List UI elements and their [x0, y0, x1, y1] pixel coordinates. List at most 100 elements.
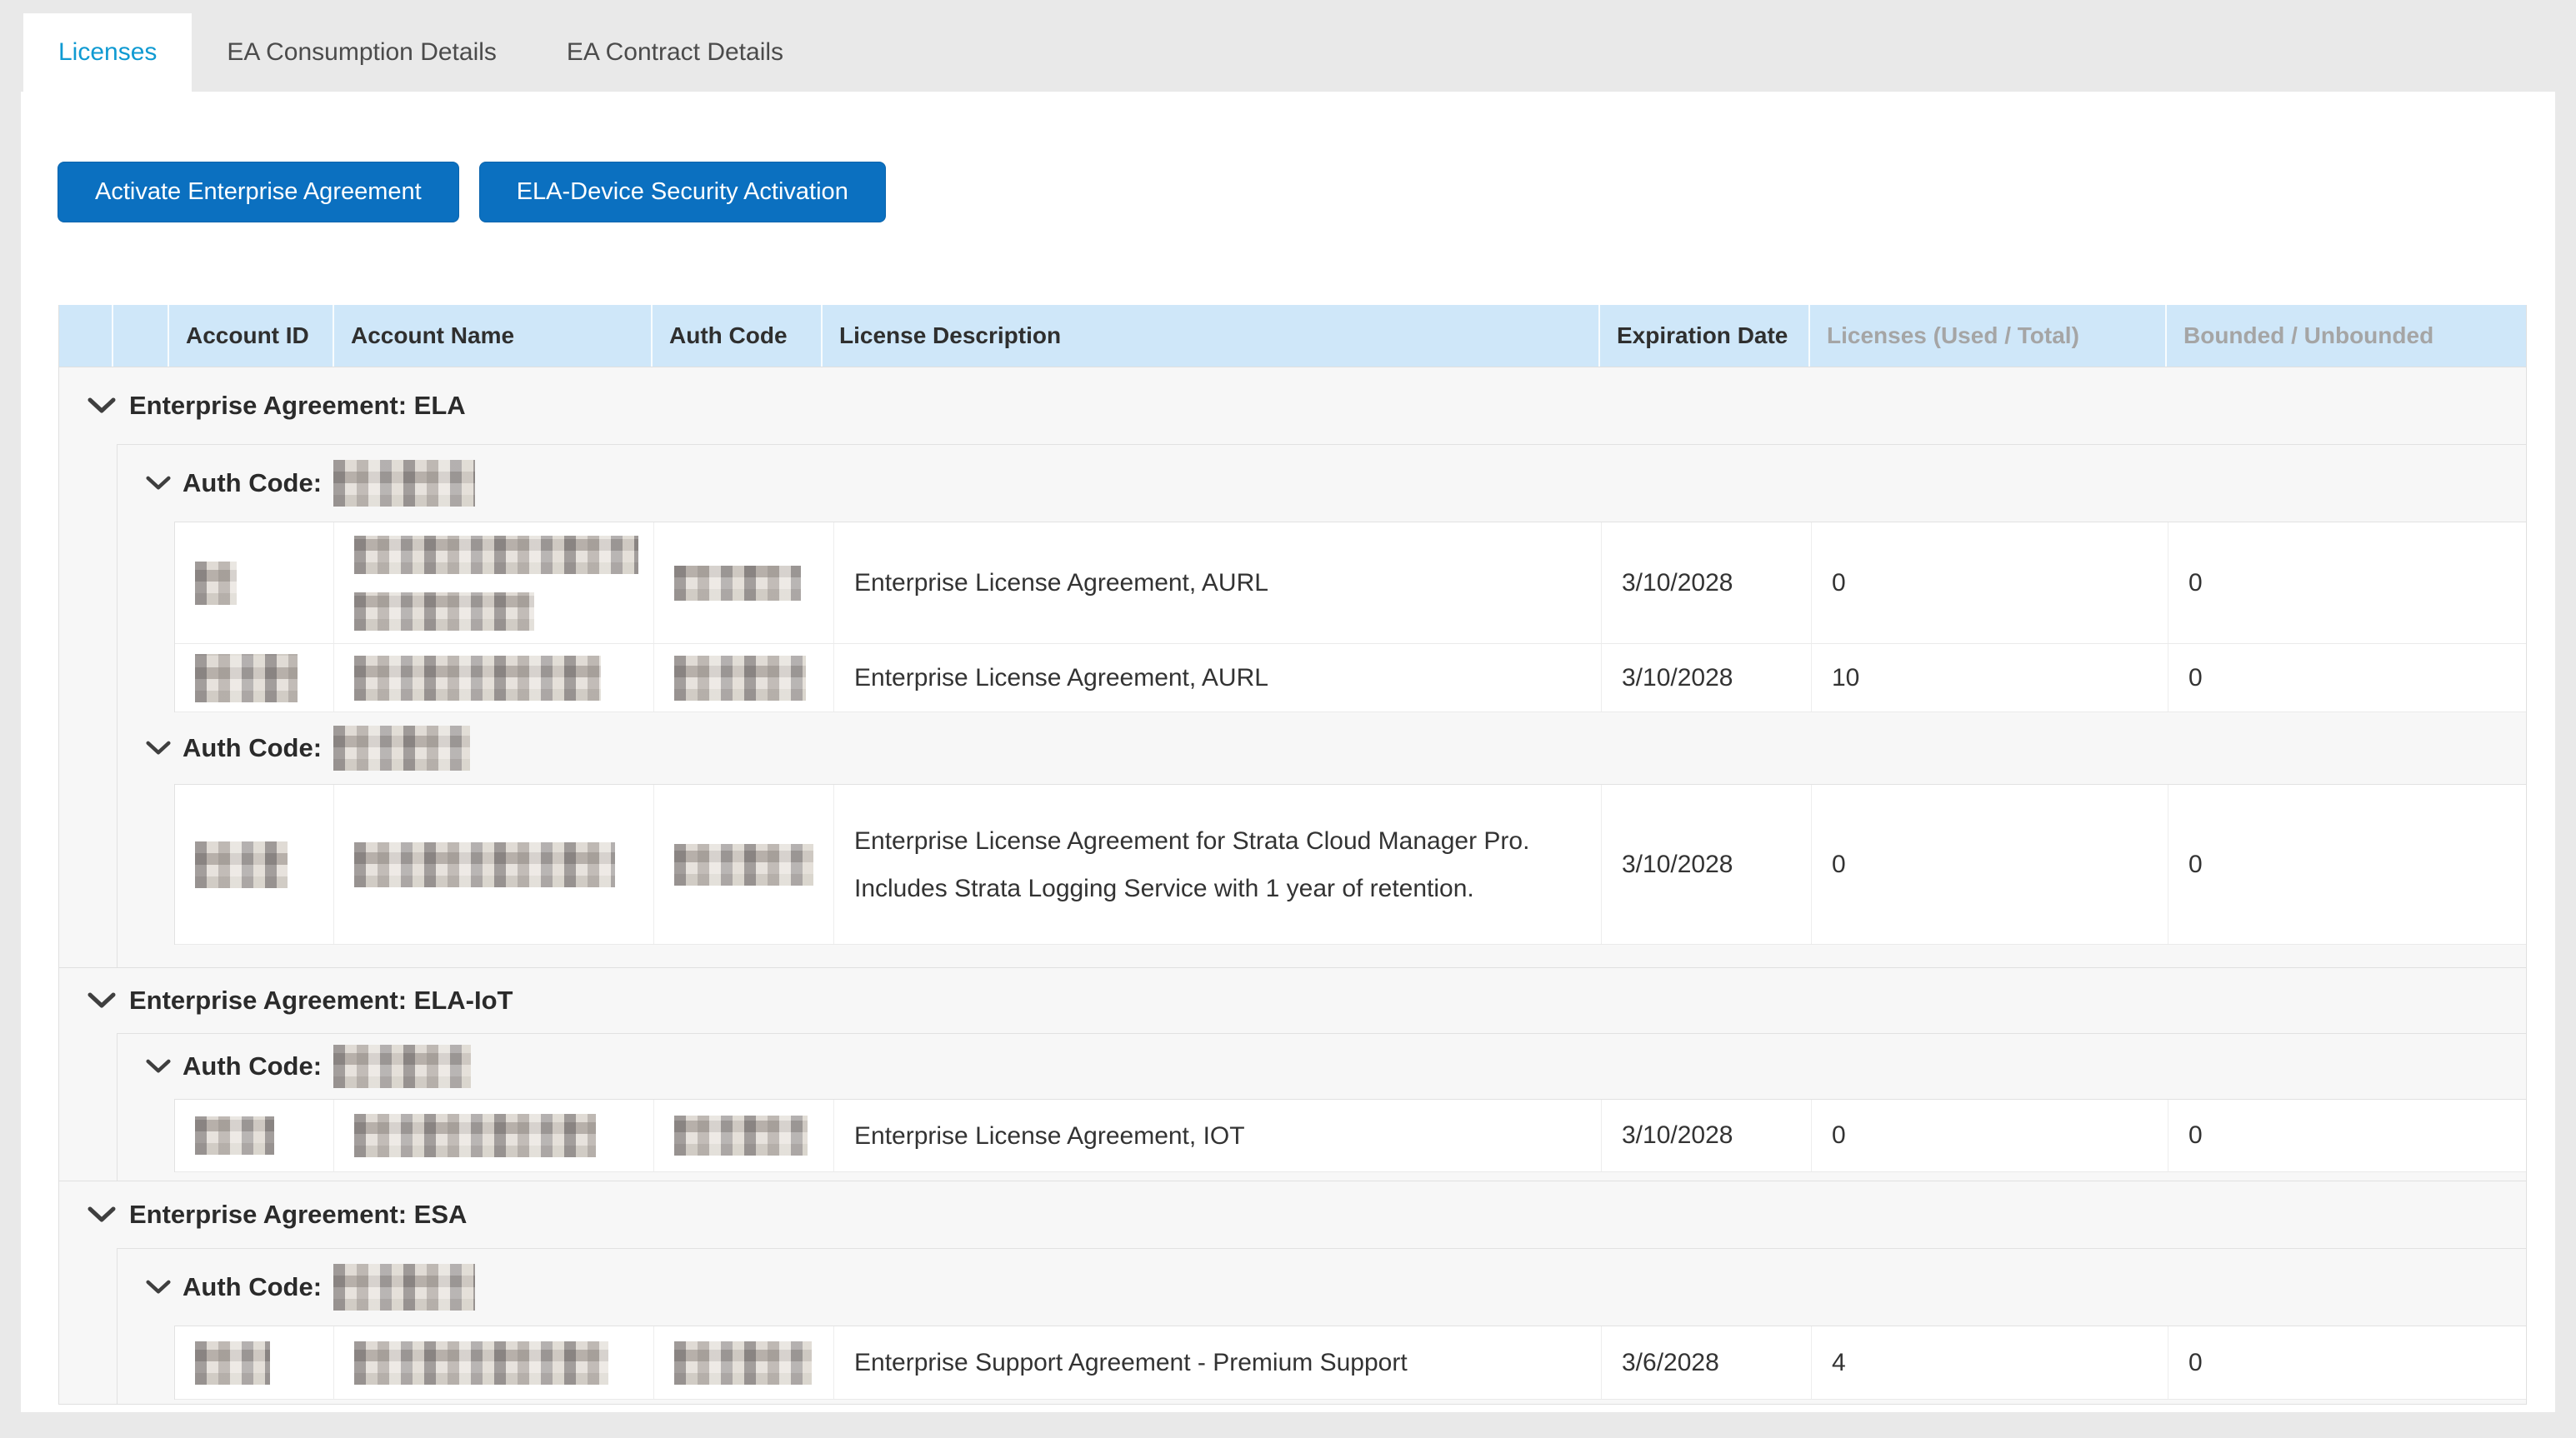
cell-account-name: [334, 522, 654, 643]
redacted-auth-code: [674, 844, 813, 886]
auth-area-esa: Auth Code: Enterprise Support Agreement …: [117, 1248, 2526, 1404]
column-header-expander-1: [59, 305, 113, 367]
cell-account-id: [175, 522, 334, 643]
redacted-auth-code: [333, 460, 475, 507]
group-row-ela[interactable]: Enterprise Agreement: ELA: [59, 367, 2526, 444]
cell-licenses-used-total: 4: [1812, 1326, 2168, 1399]
cell-expiration-date: 3/6/2028: [1602, 1326, 1812, 1399]
redacted-account-name: [354, 1114, 596, 1157]
cell-licenses-used-total: 0: [1812, 522, 2168, 643]
group-title: Enterprise Agreement: ELA: [129, 391, 466, 421]
column-header-licenses-used-total: Licenses (Used / Total): [1810, 305, 2167, 367]
cell-account-name: [334, 1326, 654, 1399]
cell-account-id: [175, 785, 334, 944]
cell-auth-code: [654, 785, 834, 944]
group-row-ela-iot[interactable]: Enterprise Agreement: ELA-IoT: [59, 968, 2526, 1033]
table-row: Enterprise License Agreement, AURL 3/10/…: [175, 522, 2526, 644]
cell-expiration-date: 3/10/2028: [1602, 522, 1812, 643]
column-header-expiration-date: Expiration Date: [1600, 305, 1810, 367]
cell-license-description: Enterprise License Agreement, IOT: [834, 1100, 1602, 1171]
group-title: Enterprise Agreement: ESA: [129, 1200, 467, 1230]
toolbar: Activate Enterprise Agreement ELA-Device…: [21, 92, 2555, 222]
redacted-auth-code: [674, 656, 806, 701]
cell-account-id: [175, 644, 334, 712]
cell-account-id: [175, 1326, 334, 1399]
redacted-account-id: [195, 562, 237, 605]
cell-bounded-unbounded: 0: [2168, 522, 2529, 643]
cell-license-description: Enterprise Support Agreement - Premium S…: [834, 1326, 1602, 1399]
cell-licenses-used-total: 0: [1812, 785, 2168, 944]
cell-license-description: Enterprise License Agreement, AURL: [834, 644, 1602, 712]
cell-account-name: [334, 644, 654, 712]
redacted-auth-code: [333, 1264, 475, 1311]
chevron-down-icon[interactable]: [88, 1206, 116, 1223]
auth-group-row[interactable]: Auth Code:: [118, 712, 2526, 784]
table-row: Enterprise License Agreement, AURL 3/10/…: [175, 644, 2526, 712]
column-header-auth-code: Auth Code: [653, 305, 823, 367]
column-header-account-name: Account Name: [334, 305, 653, 367]
cell-bounded-unbounded: 0: [2168, 1326, 2529, 1399]
table-row: Enterprise License Agreement for Strata …: [175, 785, 2526, 945]
redacted-auth-code: [674, 566, 801, 601]
group-esa: Enterprise Agreement: ESA Auth Code: Ent…: [59, 1181, 2526, 1404]
column-header-bounded-unbounded: Bounded / Unbounded: [2167, 305, 2527, 367]
cell-expiration-date: 3/10/2028: [1602, 644, 1812, 712]
table-row: Enterprise License Agreement, IOT 3/10/2…: [175, 1100, 2526, 1172]
redacted-account-name: [354, 536, 638, 574]
redacted-account-id: [195, 1116, 274, 1155]
cell-account-name: [334, 785, 654, 944]
auth-group-row[interactable]: Auth Code:: [118, 1034, 2526, 1099]
chevron-down-icon[interactable]: [146, 1280, 171, 1295]
auth-code-label: Auth Code:: [183, 1051, 322, 1081]
cell-bounded-unbounded: 0: [2168, 1100, 2529, 1171]
redacted-auth-code: [333, 726, 470, 771]
chevron-down-icon[interactable]: [146, 1059, 171, 1074]
chevron-down-icon[interactable]: [146, 741, 171, 756]
group-title: Enterprise Agreement: ELA-IoT: [129, 986, 513, 1016]
cell-auth-code: [654, 522, 834, 643]
tab-bar: Licenses EA Consumption Details EA Contr…: [0, 0, 2576, 92]
group-row-esa[interactable]: Enterprise Agreement: ESA: [59, 1181, 2526, 1248]
chevron-down-icon[interactable]: [88, 397, 116, 414]
auth-code-label: Auth Code:: [183, 468, 322, 498]
cell-bounded-unbounded: 0: [2168, 644, 2529, 712]
cell-account-id: [175, 1100, 334, 1171]
cell-licenses-used-total: 10: [1812, 644, 2168, 712]
cell-license-description: Enterprise License Agreement, AURL: [834, 522, 1602, 643]
auth-area-ela: Auth Code: Enterprise License Agreement,…: [117, 444, 2526, 967]
cell-bounded-unbounded: 0: [2168, 785, 2529, 944]
auth-group-row[interactable]: Auth Code:: [118, 1249, 2526, 1326]
cell-expiration-date: 3/10/2028: [1602, 785, 1812, 944]
redacted-account-name: [354, 842, 615, 887]
ela-device-security-activation-button[interactable]: ELA-Device Security Activation: [479, 162, 886, 222]
tab-licenses[interactable]: Licenses: [23, 13, 192, 92]
column-header-expander-2: [113, 305, 169, 367]
chevron-down-icon[interactable]: [146, 476, 171, 491]
redacted-account-id: [195, 841, 288, 888]
redacted-auth-code: [333, 1045, 471, 1088]
auth-group-row[interactable]: Auth Code:: [118, 445, 2526, 522]
redacted-account-id: [195, 1341, 270, 1385]
cell-license-description: Enterprise License Agreement for Strata …: [834, 785, 1602, 944]
auth-code-label: Auth Code:: [183, 733, 322, 763]
column-header-license-description: License Description: [823, 305, 1600, 367]
activate-enterprise-agreement-button[interactable]: Activate Enterprise Agreement: [58, 162, 459, 222]
auth-code-label: Auth Code:: [183, 1272, 322, 1302]
column-header-account-id: Account ID: [169, 305, 334, 367]
data-box: Enterprise License Agreement for Strata …: [174, 784, 2526, 945]
data-box: Enterprise Support Agreement - Premium S…: [174, 1326, 2526, 1400]
redacted-account-name: [354, 592, 534, 631]
cell-account-name: [334, 1100, 654, 1171]
cell-licenses-used-total: 0: [1812, 1100, 2168, 1171]
redacted-account-name: [354, 656, 601, 701]
chevron-down-icon[interactable]: [88, 992, 116, 1009]
group-ela: Enterprise Agreement: ELA Auth Code:: [59, 367, 2526, 967]
tab-ea-contract-details[interactable]: EA Contract Details: [532, 13, 818, 92]
redacted-auth-code: [674, 1341, 812, 1385]
redacted-auth-code: [674, 1116, 808, 1156]
cell-auth-code: [654, 1100, 834, 1171]
redacted-account-id: [195, 654, 298, 702]
group-ela-iot: Enterprise Agreement: ELA-IoT Auth Code:: [59, 967, 2526, 1181]
tab-ea-consumption-details[interactable]: EA Consumption Details: [192, 13, 532, 92]
cell-expiration-date: 3/10/2028: [1602, 1100, 1812, 1171]
